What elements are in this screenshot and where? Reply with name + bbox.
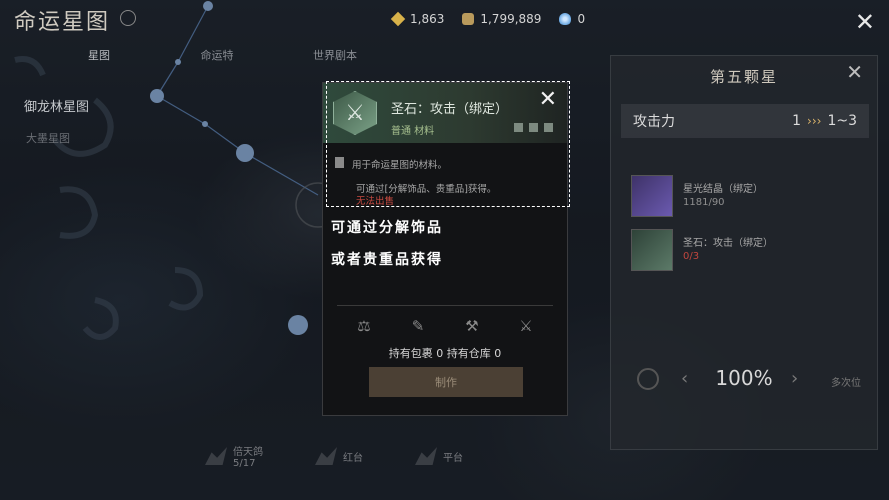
spirit-flame-icon (559, 13, 572, 25)
tab-fate[interactable]: 命运特 (158, 47, 276, 63)
overlay-caption-line1: 可通过分解饰品 (331, 220, 443, 236)
resource-bar: 1,863 1,799,889 0 (390, 11, 585, 27)
scale-icon[interactable]: ⚖ (353, 317, 375, 335)
constellation-name[interactable]: 御龙林星图 (24, 96, 89, 115)
item-holdings: 持有包裹 0 持有仓库 0 (388, 347, 502, 360)
dragon-icon (315, 447, 337, 465)
holy-stone-icon (631, 229, 673, 271)
page-title: 命运星图 (14, 10, 111, 35)
anvil-icon[interactable]: ⚒ (461, 317, 483, 335)
upgrade-arrows-icon: ››› (807, 114, 822, 128)
auto-label[interactable]: 多次位 (831, 374, 861, 389)
star-crystal-icon (631, 175, 673, 217)
bottom-nav-label: 红台 (343, 452, 363, 464)
stat-to: 1~3 (827, 113, 857, 129)
material-name: 星光结晶（绑定） (683, 184, 763, 195)
divider (337, 305, 553, 306)
highlight-annotation (326, 81, 570, 207)
resource-value: 1,863 (410, 12, 445, 26)
mount-icon (205, 447, 227, 465)
constellation-sub-label[interactable]: 大墨星图 (26, 130, 70, 146)
bottom-nav: 倍天鸽 5/17 红台 平台 (205, 443, 463, 469)
resource-value: 0 (577, 12, 586, 26)
bottom-nav-label: 倍天鸽 (233, 447, 263, 458)
material-count: 1181/90 (683, 197, 725, 208)
emblem-icon (120, 10, 136, 26)
gold-diamond-icon (390, 11, 406, 27)
overlay-caption-line2: 或者贵重品获得 (331, 252, 443, 268)
tab-star-map[interactable]: 星图 (40, 47, 158, 63)
close-icon[interactable]: ✕ (846, 60, 863, 84)
material-item[interactable]: 星光结晶（绑定） 1181/90 (631, 174, 851, 218)
tab-bar: 星图 命运特 世界剧本 (40, 47, 394, 63)
stat-row: 攻击力 1 ››› 1~3 (621, 104, 869, 138)
resource-spirit: 0 (559, 12, 585, 26)
bottom-nav-sub: 5/17 (233, 458, 256, 469)
coin-pouch-icon (462, 13, 475, 25)
resource-value: 1,799,889 (480, 12, 542, 26)
close-icon[interactable]: ✕ (855, 10, 875, 34)
stat-label: 攻击力 (633, 114, 675, 130)
pavilion-icon (415, 447, 437, 465)
star-upgrade-panel: 第五颗星 ✕ 攻击力 1 ››› 1~3 星光结晶（绑定） 1181/90 圣石… (610, 55, 878, 450)
tab-world-script[interactable]: 世界剧本 (276, 47, 394, 63)
bottom-nav-item[interactable]: 平台 (415, 443, 463, 469)
item-actions: ⚖ ✎ ⚒ ⚔ (323, 317, 567, 335)
bottom-nav-item[interactable]: 红台 (315, 443, 363, 469)
disassemble-icon[interactable]: ✎ (407, 317, 429, 335)
stat-from: 1 (792, 113, 802, 129)
chevron-right-icon[interactable]: › (791, 368, 798, 389)
hammer-icon[interactable]: ⚔ (515, 317, 537, 335)
material-count: 0/3 (683, 251, 700, 262)
material-item[interactable]: 圣石：攻击（绑定） 0/3 (631, 228, 851, 272)
bottom-nav-item[interactable]: 倍天鸽 5/17 (205, 443, 263, 469)
resource-gold: 1,863 (390, 11, 445, 27)
resource-coins: 1,799,889 (462, 12, 541, 26)
panel-title: 第五颗星 (709, 68, 778, 86)
craft-button[interactable]: 制作 (369, 367, 523, 397)
bottom-nav-label: 平台 (443, 452, 463, 464)
material-name: 圣石：攻击（绑定） (683, 238, 773, 249)
